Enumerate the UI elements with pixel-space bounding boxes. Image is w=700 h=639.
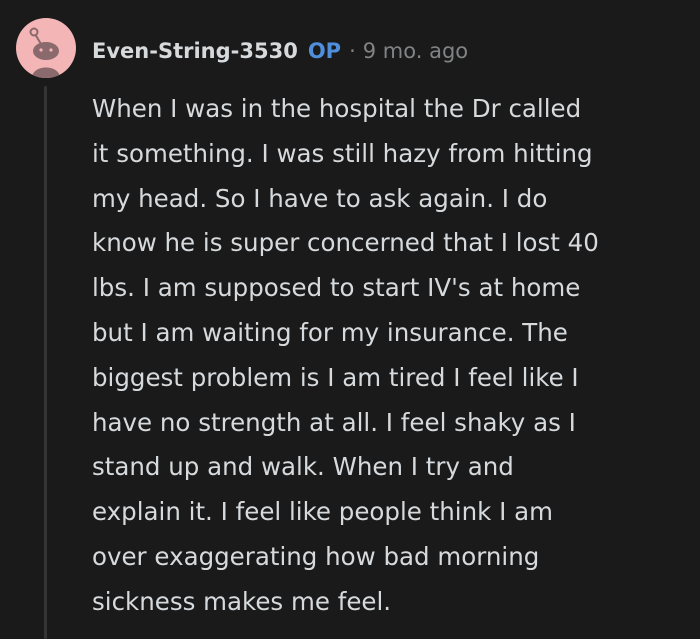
comment-body-line: stand up and walk. When I try and xyxy=(92,452,514,482)
comment-timestamp[interactable]: 9 mo. ago xyxy=(363,36,468,66)
comment-body-line: know he is super concerned that I lost 4… xyxy=(92,228,599,258)
username-link[interactable]: Even-String-3530 xyxy=(92,36,298,66)
meta-separator: · xyxy=(349,39,356,63)
comment-body-line: it something. I was still hazy from hitt… xyxy=(92,138,593,168)
comment-body: When I was in the hospital the Dr called… xyxy=(92,87,682,625)
comment-body-line: lbs. I am supposed to start IV's at home xyxy=(92,273,581,303)
op-badge: OP xyxy=(307,39,342,63)
comment-body-line: biggest problem is I am tired I feel lik… xyxy=(92,362,579,392)
comment-body-line: but I am waiting for my insurance. The xyxy=(92,317,568,347)
comment-body-line: have no strength at all. I feel shaky as… xyxy=(92,407,576,437)
comment-body-line: When I was in the hospital the Dr called xyxy=(92,94,582,123)
comment: Even-String-3530 OP · 9 mo. ago When I w… xyxy=(0,0,700,639)
reddit-snoo-avatar-icon xyxy=(29,27,60,78)
comment-meta: Even-String-3530 OP · 9 mo. ago xyxy=(92,36,468,66)
comment-body-line: my head. So I have to ask again. I do xyxy=(92,183,548,213)
comment-body-line: explain it. I feel like people think I a… xyxy=(92,497,553,527)
user-avatar[interactable] xyxy=(16,18,76,78)
comment-body-line: sickness makes me feel. xyxy=(92,586,392,616)
thread-collapse-line[interactable] xyxy=(44,86,47,639)
comment-body-line: over exaggerating how bad morning xyxy=(92,541,540,571)
